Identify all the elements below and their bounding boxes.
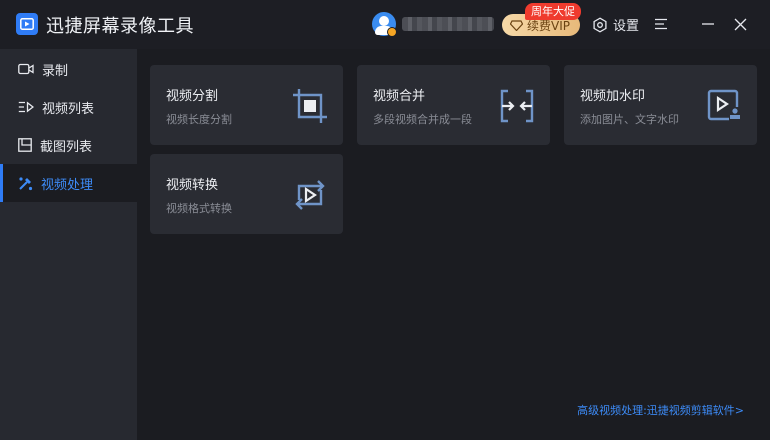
sidebar-item-label: 视频处理	[41, 177, 94, 193]
sidebar-item-label: 录制	[42, 63, 69, 79]
username-blurred	[402, 17, 494, 31]
avatar-badge-icon	[387, 27, 397, 37]
sidebar-item-screenshot-list[interactable]: 截图列表	[0, 126, 137, 164]
card-video-merge[interactable]: 视频合并 多段视频合并成一段	[357, 65, 550, 145]
card-desc: 添加图片、文字水印	[580, 113, 679, 126]
video-process-icon	[19, 176, 33, 190]
card-title: 视频加水印	[580, 89, 646, 104]
card-video-convert[interactable]: 视频转换 视频格式转换	[150, 154, 343, 234]
avatar[interactable]	[372, 12, 397, 37]
camera-icon	[18, 63, 34, 75]
watermark-icon	[707, 89, 740, 121]
sidebar-item-label: 视频列表	[42, 101, 95, 117]
card-title: 视频分割	[166, 89, 219, 104]
screenshot-list-icon	[18, 138, 32, 152]
sidebar-item-video-list[interactable]: 视频列表	[0, 88, 137, 126]
convert-icon	[295, 180, 325, 210]
promo-badge: 周年大促	[525, 3, 581, 20]
video-list-icon	[18, 101, 34, 113]
app-title: 迅捷屏幕录像工具	[46, 16, 194, 37]
close-icon	[734, 18, 746, 30]
close-button[interactable]	[730, 14, 750, 34]
sidebar-item-video-process[interactable]: 视频处理	[0, 164, 137, 202]
minimize-button[interactable]	[698, 14, 718, 34]
menu-button[interactable]	[651, 14, 671, 34]
title-bar: 迅捷屏幕录像工具 续费VIP 周年大促 设置	[0, 0, 770, 49]
minimize-icon	[702, 23, 714, 25]
sidebar-item-label: 截图列表	[40, 139, 93, 155]
gear-icon	[593, 16, 607, 33]
card-video-watermark[interactable]: 视频加水印 添加图片、文字水印	[564, 65, 757, 145]
card-desc: 视频长度分割	[166, 113, 232, 126]
card-title: 视频合并	[373, 89, 426, 104]
diamond-icon	[510, 19, 523, 31]
merge-icon	[500, 89, 534, 123]
card-desc: 多段视频合并成一段	[373, 113, 472, 126]
card-title: 视频转换	[166, 178, 219, 193]
sidebar: 录制 视频列表 截图列表 视频处理	[0, 49, 137, 440]
menu-icon	[655, 18, 667, 30]
card-video-split[interactable]: 视频分割 视频长度分割	[150, 65, 343, 145]
app-logo-icon	[16, 13, 38, 35]
card-desc: 视频格式转换	[166, 202, 232, 215]
settings-label: 设置	[613, 19, 640, 34]
crop-icon	[293, 89, 327, 123]
sidebar-item-record[interactable]: 录制	[0, 50, 137, 88]
settings-button[interactable]: 设置	[592, 15, 639, 34]
advanced-editor-link[interactable]: 高级视频处理:迅捷视频剪辑软件>	[577, 402, 744, 418]
